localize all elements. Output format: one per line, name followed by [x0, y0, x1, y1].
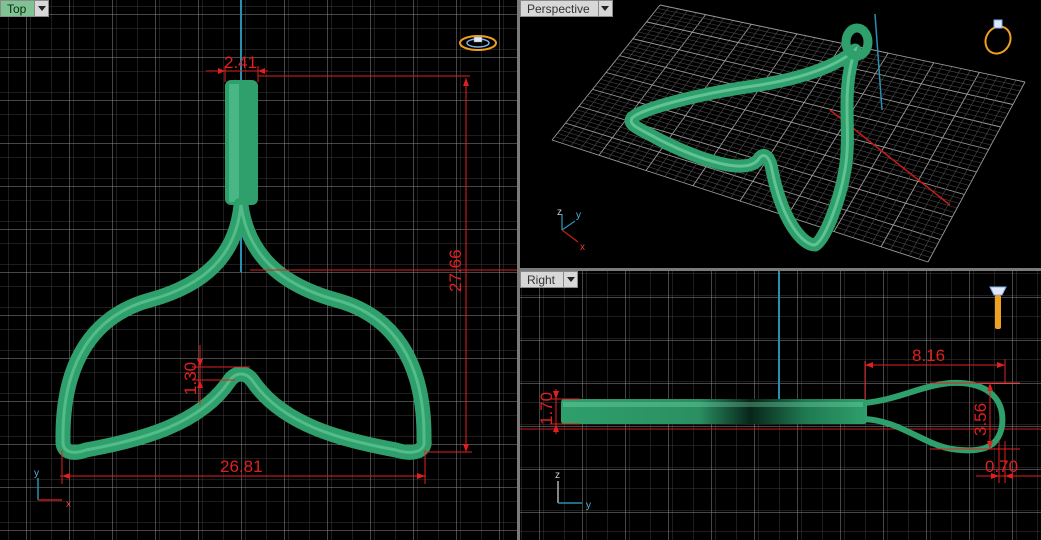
tab-perspective[interactable]: Perspective [520, 0, 613, 17]
tab-perspective-label[interactable]: Perspective [520, 0, 598, 17]
axis-triad-icon: z y x [557, 207, 585, 253]
dim-thickness: 1.70 [537, 392, 556, 425]
grid-line [899, 76, 998, 253]
svg-text:y: y [576, 210, 581, 221]
tab-top-label[interactable]: Top [0, 0, 35, 17]
tab-right-label[interactable]: Right [520, 271, 564, 288]
svg-text:x: x [66, 499, 71, 510]
grid-line [927, 81, 1026, 263]
tab-right[interactable]: Right [520, 271, 579, 288]
grid-line [654, 11, 1021, 92]
viewport-menu-icon[interactable] [34, 0, 50, 17]
perspective-canvas[interactable]: z y x [520, 0, 1041, 268]
dim-loop-length: 8.16 [912, 346, 945, 365]
whale-tail-model-3d[interactable] [624, 23, 873, 252]
svg-text:z: z [555, 470, 560, 481]
dim-tail-width: 26.81 [220, 457, 263, 476]
grid-line [908, 78, 1008, 257]
grid-line [651, 14, 1018, 96]
dim-loop-width: 2.41 [224, 53, 257, 72]
viewport-menu-icon[interactable] [597, 0, 613, 17]
tab-top[interactable]: Top [0, 0, 50, 17]
svg-text:x: x [580, 242, 585, 253]
svg-text:y: y [34, 468, 39, 479]
viewport-right[interactable]: 8.16 1.70 3.56 0.70 z y Right [520, 271, 1041, 540]
viewport-top[interactable]: 2.41 27.66 1.30 26.81 y x Top [0, 0, 517, 540]
dim-loop-height: 3.56 [971, 403, 990, 436]
svg-text:y: y [586, 500, 591, 511]
svg-text:z: z [557, 207, 562, 218]
top-canvas[interactable]: 2.41 27.66 1.30 26.81 y x [0, 0, 517, 540]
viewport-menu-icon[interactable] [563, 271, 579, 288]
dim-notch: 1.30 [181, 362, 200, 395]
right-canvas[interactable]: 8.16 1.70 3.56 0.70 z y [520, 271, 1041, 540]
viewport-perspective[interactable]: z y x Perspective [520, 0, 1041, 268]
dim-wire: 0.70 [985, 457, 1018, 476]
ring-widget-icon[interactable] [981, 19, 1016, 58]
dim-height: 27.66 [446, 249, 465, 292]
grid-line [918, 79, 1017, 260]
